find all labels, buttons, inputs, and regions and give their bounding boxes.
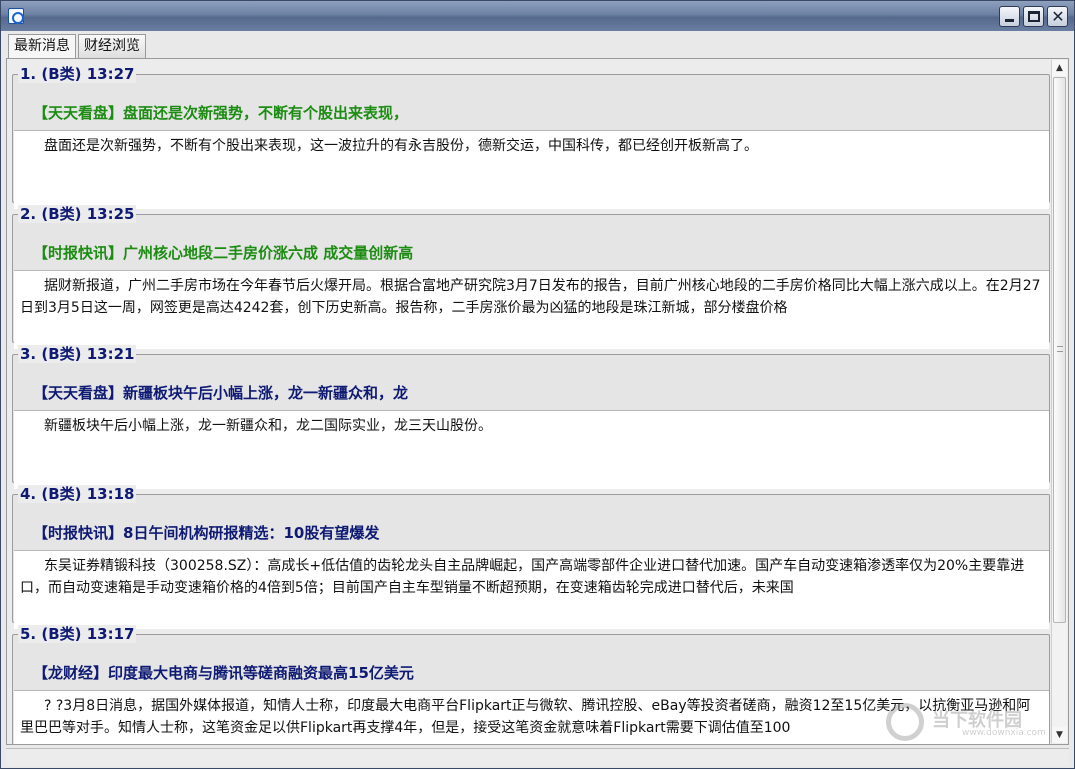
- news-list: 【天天看盘】盘面还是次新强势，不断有个股出来表现， 盘面还是次新强势，不断有个股…: [12, 65, 1050, 744]
- news-item: 【时报快讯】广州核心地段二手房价涨六成 成交量创新高 据财新报道，广州二手房市场…: [12, 205, 1050, 349]
- scroll-up-arrow-icon[interactable]: ▲: [1052, 60, 1067, 76]
- news-body: 新疆板块午后小幅上涨，龙一新疆众和，龙二国际实业，龙三天山股份。: [14, 410, 1049, 489]
- news-panel: 【天天看盘】盘面还是次新强势，不断有个股出来表现， 盘面还是次新强势，不断有个股…: [6, 58, 1069, 745]
- news-item: 【天天看盘】盘面还是次新强势，不断有个股出来表现， 盘面还是次新强势，不断有个股…: [12, 65, 1050, 209]
- app-window: ✕ 最新消息 财经浏览 【天天看盘】盘面还是次新强势，不断有个股出来表现， 盘面…: [0, 0, 1075, 769]
- app-icon[interactable]: [8, 8, 24, 24]
- watermark-logo-icon: [886, 703, 924, 741]
- watermark: 当下软件园 www.downxia.com: [884, 703, 1054, 743]
- news-legend: 4. (B类) 13:18: [18, 485, 137, 503]
- close-icon: ✕: [1051, 7, 1065, 26]
- scrollbar-thumb[interactable]: [1053, 77, 1066, 623]
- maximize-icon: [1028, 11, 1040, 22]
- news-frame: 【时报快讯】广州核心地段二手房价涨六成 成交量创新高 据财新报道，广州二手房市场…: [12, 214, 1050, 349]
- watermark-url: www.downxia.com: [962, 728, 1046, 738]
- news-headline[interactable]: 【龙财经】印度最大电商与腾讯等磋商融资最高15亿美元: [33, 663, 414, 683]
- title-bar[interactable]: ✕: [1, 1, 1074, 31]
- tab-finance-browse[interactable]: 财经浏览: [78, 34, 146, 58]
- news-headline[interactable]: 【天天看盘】新疆板块午后小幅上涨，龙一新疆众和，龙: [33, 383, 408, 403]
- news-headline[interactable]: 【天天看盘】盘面还是次新强势，不断有个股出来表现，: [33, 103, 408, 123]
- window-controls: ✕: [999, 6, 1068, 27]
- news-frame: 【时报快讯】8日午间机构研报精选：10股有望爆发 东吴证券精锻科技（300258…: [12, 494, 1050, 629]
- tab-bar: 最新消息 财经浏览: [8, 34, 146, 59]
- vertical-scrollbar[interactable]: ▲ ▼: [1051, 60, 1067, 743]
- news-item: 【时报快讯】8日午间机构研报精选：10股有望爆发 东吴证券精锻科技（300258…: [12, 485, 1050, 629]
- news-frame: 【天天看盘】新疆板块午后小幅上涨，龙一新疆众和，龙 新疆板块午后小幅上涨，龙一新…: [12, 354, 1050, 489]
- status-bar: [6, 748, 1069, 766]
- news-body: 盘面还是次新强势，不断有个股出来表现，这一波拉升的有永吉股份，德新交运，中国科传…: [14, 130, 1049, 209]
- close-button[interactable]: ✕: [1047, 6, 1068, 27]
- maximize-button[interactable]: [1023, 6, 1044, 27]
- news-legend: 1. (B类) 13:27: [18, 65, 137, 83]
- scroll-down-arrow-icon[interactable]: ▼: [1052, 727, 1067, 743]
- news-legend: 2. (B类) 13:25: [18, 205, 137, 223]
- minimize-icon: [1005, 19, 1014, 22]
- news-body: 据财新报道，广州二手房市场在今年春节后火爆开局。根据合富地产研究院3月7日发布的…: [14, 270, 1049, 349]
- news-legend: 5. (B类) 13:17: [18, 625, 137, 643]
- news-legend: 3. (B类) 13:21: [18, 345, 137, 363]
- tab-latest-news[interactable]: 最新消息: [8, 34, 76, 59]
- news-headline[interactable]: 【时报快讯】8日午间机构研报精选：10股有望爆发: [33, 523, 379, 543]
- news-item: 【天天看盘】新疆板块午后小幅上涨，龙一新疆众和，龙 新疆板块午后小幅上涨，龙一新…: [12, 345, 1050, 489]
- news-frame: 【天天看盘】盘面还是次新强势，不断有个股出来表现， 盘面还是次新强势，不断有个股…: [12, 74, 1050, 209]
- minimize-button[interactable]: [999, 6, 1020, 27]
- grip-icon: [1057, 346, 1063, 352]
- news-headline[interactable]: 【时报快讯】广州核心地段二手房价涨六成 成交量创新高: [33, 243, 413, 263]
- news-body: 东吴证券精锻科技（300258.SZ）：高成长+低估值的齿轮龙头自主品牌崛起，国…: [14, 550, 1049, 629]
